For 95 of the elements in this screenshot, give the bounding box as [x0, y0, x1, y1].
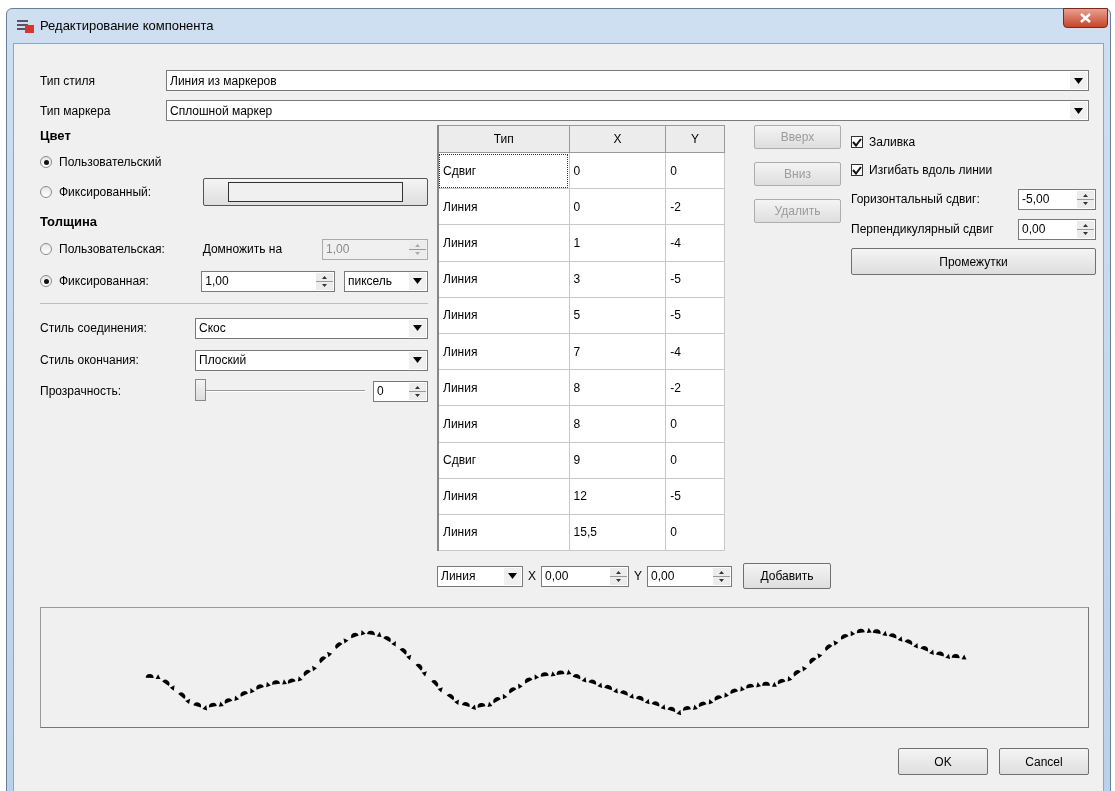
table-cell[interactable]: 9: [569, 442, 666, 479]
field-label: Тип стиля: [40, 72, 97, 90]
caret-icon: [413, 278, 422, 284]
radio-label: Пользовательский: [59, 154, 163, 171]
radio-button[interactable]: [40, 243, 52, 255]
gaps-button[interactable]: Промежутки: [851, 248, 1096, 275]
table-cell[interactable]: Сдвиг: [438, 442, 570, 479]
table-cell[interactable]: Линия: [438, 514, 570, 551]
cap-style-dropdown[interactable]: Плоский: [195, 349, 428, 371]
add-button[interactable]: Добавить: [743, 563, 832, 590]
table-cell[interactable]: 0: [665, 514, 725, 551]
radio-button[interactable]: [40, 156, 52, 168]
table-cell[interactable]: -5: [665, 261, 725, 298]
field-label: Y: [634, 568, 643, 586]
field-label: Перпендикулярный сдвиг: [851, 221, 995, 238]
caret-icon: [1074, 107, 1083, 114]
table-cell[interactable]: 12: [569, 478, 666, 515]
table-cell[interactable]: Линия: [438, 478, 570, 515]
field-label: Стиль соединения:: [40, 320, 148, 337]
table-cell[interactable]: -4: [665, 224, 725, 262]
dialog-button[interactable]: OK: [898, 748, 988, 776]
checkbox-label: Изгибать вдоль линии: [869, 162, 993, 179]
section-heading: Толщина: [40, 213, 99, 232]
offset-spinbox[interactable]: -5,00: [1018, 188, 1096, 210]
table-cell[interactable]: 0: [569, 188, 666, 225]
table-cell[interactable]: 15,5: [569, 514, 666, 551]
spin-arrows-icon[interactable]: [610, 567, 627, 585]
table-cell[interactable]: Линия: [438, 369, 570, 406]
table-cell[interactable]: -5: [665, 297, 725, 334]
field-label: Стиль окончания:: [40, 352, 140, 369]
table-cell[interactable]: Линия: [438, 333, 570, 370]
close-button[interactable]: [1063, 8, 1108, 28]
checkbox[interactable]: [851, 136, 863, 148]
column-header[interactable]: Y: [665, 125, 725, 153]
table-cell[interactable]: 7: [569, 333, 666, 370]
field-label: Тип маркера: [40, 102, 112, 120]
slider-thumb[interactable]: [195, 379, 206, 401]
slider-track[interactable]: [195, 379, 365, 403]
caret-icon: [508, 573, 517, 580]
spin-arrows-icon[interactable]: [409, 382, 426, 400]
color-picker-button[interactable]: [202, 178, 428, 206]
spin-arrows-icon[interactable]: [316, 272, 333, 290]
y-spinbox[interactable]: 0,00: [647, 565, 733, 587]
table-cell[interactable]: Линия: [438, 297, 570, 334]
offset-spinbox[interactable]: 0,00: [1018, 218, 1096, 240]
checkbox[interactable]: [851, 164, 863, 176]
table-cell[interactable]: 0: [665, 152, 725, 189]
table-cell[interactable]: 0: [665, 442, 725, 479]
x-spinbox[interactable]: 0,00: [541, 565, 629, 587]
field-label: Горизонтальный сдвиг:: [851, 191, 981, 208]
section-heading: Цвет: [40, 127, 72, 146]
table-cell[interactable]: 8: [569, 369, 666, 406]
table-cell[interactable]: 0: [665, 405, 725, 442]
table-cell[interactable]: Сдвиг: [438, 152, 570, 189]
radio-button[interactable]: [40, 275, 52, 287]
caret-icon: [1074, 77, 1083, 84]
table-cell[interactable]: -2: [665, 188, 725, 225]
spin-arrows-icon[interactable]: [1077, 190, 1094, 208]
column-header[interactable]: X: [569, 125, 666, 153]
table-cell[interactable]: -5: [665, 478, 725, 515]
caret-icon: [413, 357, 422, 363]
table-cell[interactable]: 3: [569, 261, 666, 298]
caret-icon: [413, 325, 422, 331]
field-label: X: [528, 568, 536, 586]
radio-label: Фиксированный:: [59, 184, 153, 201]
table-cell[interactable]: 8: [569, 405, 666, 442]
app-icon: [17, 19, 34, 33]
table-cell[interactable]: Линия: [438, 224, 570, 262]
window-title: Редактирование компонента: [40, 17, 214, 36]
thickness-spinbox[interactable]: 1,00: [201, 270, 335, 292]
table-cell[interactable]: Линия: [438, 188, 570, 225]
marker-type-dropdown[interactable]: Сплошной маркер: [166, 100, 1089, 121]
table-cell[interactable]: 1: [569, 224, 666, 262]
field-label: Прозрачность:: [40, 383, 123, 400]
field-label: Домножить на: [202, 241, 284, 258]
unit-dropdown[interactable]: пиксель: [344, 270, 428, 292]
radio-label: Фиксированная:: [59, 273, 150, 290]
spin-arrows-icon[interactable]: [1077, 220, 1094, 238]
checkbox-label: Заливка: [869, 134, 916, 151]
table-cell[interactable]: Линия: [438, 405, 570, 442]
table-cell[interactable]: -2: [665, 369, 725, 406]
close-icon: [1080, 13, 1091, 23]
transparency-spinbox[interactable]: 0: [373, 380, 428, 402]
table-cell[interactable]: -4: [665, 333, 725, 370]
table-cell[interactable]: Линия: [438, 261, 570, 298]
table-cell[interactable]: 5: [569, 297, 666, 334]
segment-type-dropdown[interactable]: Линия: [437, 565, 523, 587]
join-style-dropdown[interactable]: Скос: [195, 317, 428, 339]
table-cell[interactable]: 0: [569, 152, 666, 189]
radio-button[interactable]: [40, 186, 52, 198]
style-type-dropdown[interactable]: Линия из маркеров: [166, 70, 1089, 91]
spin-arrows-icon[interactable]: [713, 567, 731, 585]
dialog-button[interactable]: Cancel: [999, 748, 1089, 776]
column-header[interactable]: Тип: [438, 125, 570, 153]
radio-label: Пользовательская:: [59, 241, 166, 258]
